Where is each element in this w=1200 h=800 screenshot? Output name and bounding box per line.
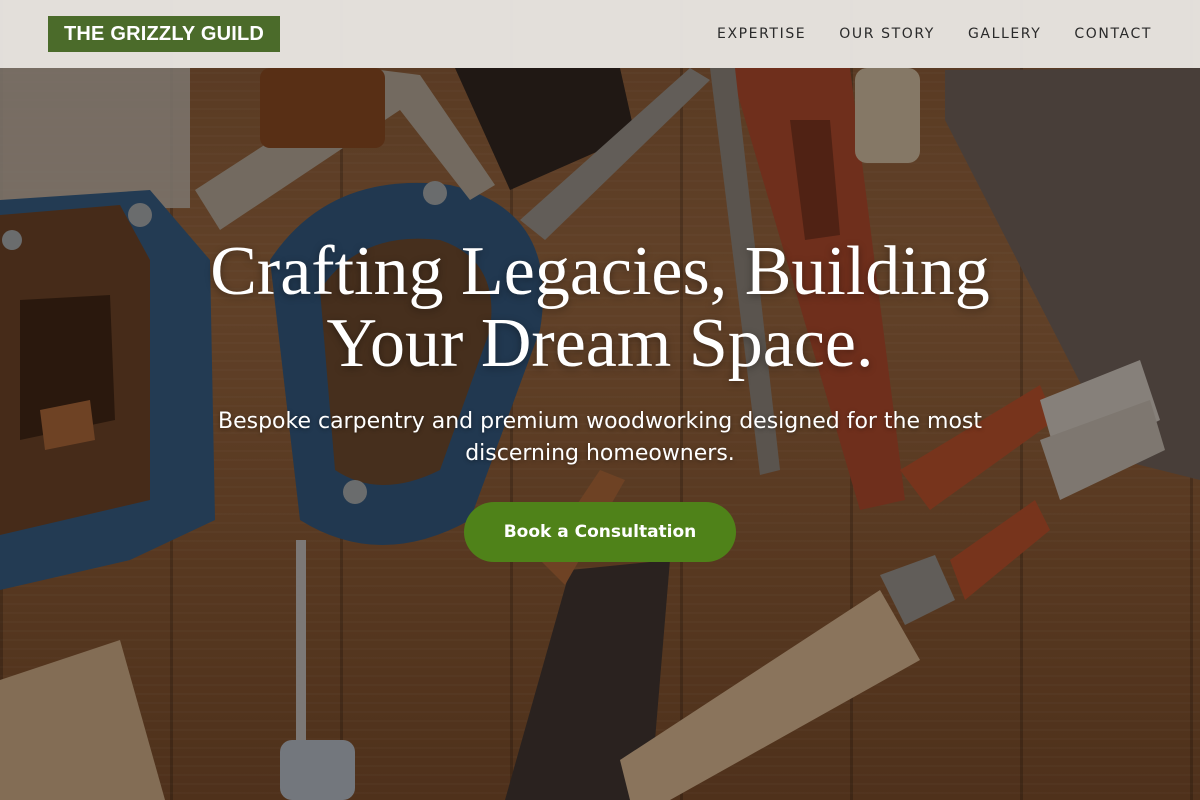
nav-link-contact[interactable]: CONTACT [1074,26,1152,42]
hero-subheadline: Bespoke carpentry and premium woodworkin… [217,409,983,466]
main-nav: EXPERTISE OUR STORY GALLERY CONTACT [717,26,1152,42]
hero-section: Crafting Legacies, Building Your Dream S… [0,236,1200,562]
nav-link-expertise[interactable]: EXPERTISE [717,26,806,42]
brand-logo[interactable]: THE GRIZZLY GUILD [48,16,281,52]
site-header: THE GRIZZLY GUILD EXPERTISE OUR STORY GA… [0,0,1200,68]
book-consultation-button[interactable]: Book a Consultation [463,502,737,562]
nav-link-our-story[interactable]: OUR STORY [839,26,935,42]
nav-link-gallery[interactable]: GALLERY [968,26,1041,42]
hero-headline: Crafting Legacies, Building Your Dream S… [210,233,990,382]
